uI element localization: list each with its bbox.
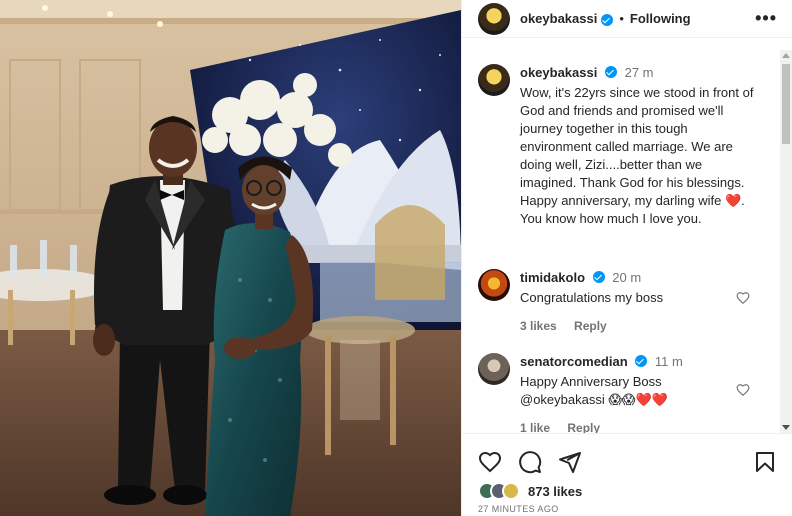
comment-item: senatorcomedian 11 m Happy Anniversary B… (478, 353, 778, 433)
author-username[interactable]: okeybakassi (520, 11, 597, 26)
caption-time[interactable]: 27 m (625, 65, 654, 80)
comment-username[interactable]: timidakolo (520, 270, 585, 285)
comment-time[interactable]: 20 m (612, 270, 641, 285)
author-avatar[interactable] (478, 2, 510, 35)
comment-like-heart-icon[interactable] (736, 291, 750, 305)
comments-list: okeybakassi 27 m Wow, it's 22yrs since w… (462, 50, 792, 433)
comment-likes[interactable]: 3 likes (520, 319, 557, 333)
comment-avatar[interactable] (478, 353, 510, 385)
verified-badge-icon (601, 13, 614, 26)
post-actions: 873 likes 27 MINUTES AGO (462, 433, 792, 516)
likes-row: 873 likes (478, 482, 582, 500)
post-header: okeybakassi • Following ••• (462, 0, 792, 38)
post-photo[interactable] (0, 0, 461, 516)
following-button[interactable]: Following (630, 11, 691, 26)
verified-badge-icon (592, 271, 605, 283)
caption: okeybakassi 27 m Wow, it's 22yrs since w… (478, 64, 778, 228)
comment-avatar[interactable] (478, 269, 510, 301)
comment-text: Congratulations my boss (520, 290, 664, 305)
bookmark-icon[interactable] (753, 450, 777, 474)
comments-scrollbar[interactable] (780, 50, 792, 433)
reply-button[interactable]: Reply (574, 319, 607, 333)
caption-username[interactable]: okeybakassi (520, 65, 597, 80)
share-icon[interactable] (558, 450, 582, 474)
heart-icon[interactable] (478, 450, 502, 474)
more-options-icon[interactable]: ••• (755, 9, 777, 27)
comment-like-heart-icon[interactable] (736, 383, 750, 397)
verified-badge-icon (604, 66, 617, 78)
comment-text: Happy Anniversary Boss @okeybakassi 😱😱❤️… (520, 374, 668, 407)
post-side-panel: okeybakassi • Following ••• okeybakassi … (461, 0, 792, 516)
comment-icon[interactable] (518, 450, 542, 474)
comment-likes[interactable]: 1 like (520, 421, 550, 433)
comment-username[interactable]: senatorcomedian (520, 354, 628, 369)
comment-time[interactable]: 11 m (655, 354, 683, 369)
post-image (0, 0, 461, 516)
caption-avatar[interactable] (478, 64, 510, 96)
verified-badge-icon (635, 355, 648, 367)
liker-avatar[interactable] (502, 482, 520, 500)
scroll-up-arrow-icon[interactable] (782, 53, 790, 58)
caption-text: Wow, it's 22yrs since we stood in front … (520, 85, 758, 226)
likes-count[interactable]: 873 likes (528, 484, 582, 499)
comment-item: timidakolo 20 m Congratulations my boss … (478, 269, 778, 335)
separator-dot: • (619, 11, 624, 26)
reply-button[interactable]: Reply (567, 421, 600, 433)
scroll-down-arrow-icon[interactable] (782, 425, 790, 430)
post-timestamp[interactable]: 27 MINUTES AGO (478, 504, 559, 514)
scroll-thumb[interactable] (782, 64, 790, 144)
